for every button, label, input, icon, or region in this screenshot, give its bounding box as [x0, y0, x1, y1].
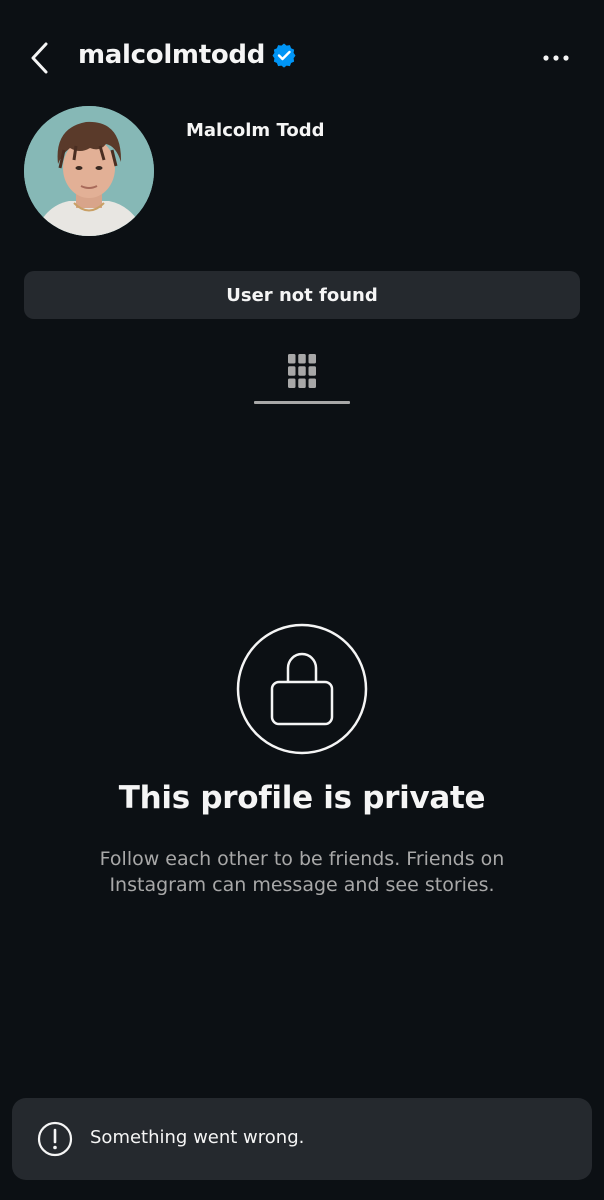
display-name: Malcolm Todd: [186, 120, 325, 141]
error-toast: Something went wrong.: [12, 1098, 592, 1180]
lock-icon: [236, 623, 368, 755]
grid-icon: [288, 354, 316, 388]
more-options-button[interactable]: [536, 44, 576, 72]
avatar[interactable]: [24, 106, 154, 236]
chevron-left-icon: [31, 42, 48, 74]
ellipsis-icon: [543, 55, 569, 61]
tab-posts-grid[interactable]: [254, 344, 350, 404]
private-profile-description: Follow each other to be friends. Friends…: [99, 848, 505, 896]
profile-photo: [24, 106, 154, 236]
verified-badge-icon: [272, 43, 296, 68]
toast-message: Something went wrong.: [90, 1127, 305, 1148]
top-bar: malcolmtodd: [0, 28, 604, 88]
alert-circle-icon: [37, 1121, 73, 1157]
back-button[interactable]: [24, 38, 60, 78]
profile-username: malcolmtodd: [78, 40, 297, 70]
username: malcolmtodd: [78, 40, 266, 70]
user-not-found-button[interactable]: User not found: [24, 271, 580, 319]
private-profile-title: This profile is private: [118, 780, 486, 816]
active-tab-indicator: [254, 401, 350, 404]
